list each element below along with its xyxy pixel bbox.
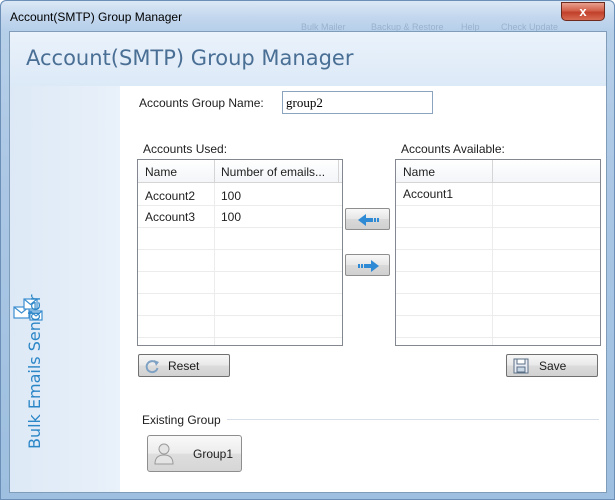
- existing-group-label: Existing Group: [142, 413, 221, 427]
- column-gridline: [214, 183, 215, 345]
- column-divider[interactable]: [492, 160, 493, 183]
- table-row-count[interactable]: 100: [221, 210, 241, 224]
- arrow-right-icon: [358, 260, 379, 272]
- row-gridline: [138, 227, 342, 228]
- header-band: Account(SMTP) Group Manager: [10, 32, 606, 86]
- row-gridline: [138, 315, 342, 316]
- accounts-available-label: Accounts Available:: [401, 142, 505, 156]
- row-gridline: [138, 205, 342, 206]
- grid-header: Name: [396, 160, 600, 183]
- row-gridline: [396, 249, 600, 250]
- column-gridline: [492, 183, 493, 345]
- row-gridline: [396, 293, 600, 294]
- table-row-name[interactable]: Account2: [145, 189, 195, 203]
- reset-button-label: Reset: [168, 359, 200, 373]
- group-button-label: Group1: [193, 447, 234, 461]
- reset-button[interactable]: Reset: [138, 354, 230, 377]
- row-gridline: [396, 271, 600, 272]
- accounts-used-label: Accounts Used:: [143, 142, 228, 156]
- close-icon: x: [579, 4, 587, 19]
- user-icon: [154, 443, 174, 465]
- row-gridline: [396, 227, 600, 228]
- group-name-input[interactable]: group2: [282, 91, 433, 114]
- accounts-available-grid[interactable]: Name Account1: [395, 159, 601, 346]
- divider: [227, 419, 599, 420]
- row-gridline: [138, 337, 342, 338]
- close-button[interactable]: x: [561, 2, 605, 21]
- save-icon: [513, 358, 529, 374]
- arrow-left-icon: [358, 214, 379, 226]
- row-gridline: [138, 293, 342, 294]
- column-divider[interactable]: [338, 160, 339, 183]
- group-name-label: Accounts Group Name:: [139, 96, 264, 110]
- move-left-button[interactable]: [345, 208, 390, 230]
- brand-vertical-text: Bulk Emails Sender: [25, 294, 44, 449]
- move-right-button[interactable]: [345, 254, 390, 276]
- column-header-count[interactable]: Number of emails...: [221, 165, 325, 179]
- column-header-name[interactable]: Name: [403, 165, 435, 179]
- row-gridline: [396, 315, 600, 316]
- grid-header: Name Number of emails...: [138, 160, 342, 183]
- table-row-name[interactable]: Account3: [145, 210, 195, 224]
- row-gridline: [396, 337, 600, 338]
- app-window: Account(SMTP) Group Manager Bulk Mailer …: [0, 0, 615, 500]
- column-divider[interactable]: [214, 160, 215, 183]
- group-button[interactable]: Group1: [147, 435, 242, 472]
- page-title: Account(SMTP) Group Manager: [26, 46, 354, 70]
- table-row-name[interactable]: Account1: [403, 187, 453, 201]
- row-gridline: [138, 249, 342, 250]
- title-bar[interactable]: Account(SMTP) Group Manager Bulk Mailer …: [1, 1, 614, 32]
- window-title: Account(SMTP) Group Manager: [10, 10, 183, 24]
- save-button[interactable]: Save: [506, 354, 598, 377]
- column-header-name[interactable]: Name: [145, 165, 177, 179]
- row-gridline: [396, 205, 600, 206]
- row-gridline: [138, 271, 342, 272]
- table-row-count[interactable]: 100: [221, 189, 241, 203]
- refresh-icon: [145, 360, 159, 374]
- save-button-label: Save: [539, 359, 567, 373]
- accounts-used-grid[interactable]: Name Number of emails... Account2 100 Ac…: [137, 159, 343, 346]
